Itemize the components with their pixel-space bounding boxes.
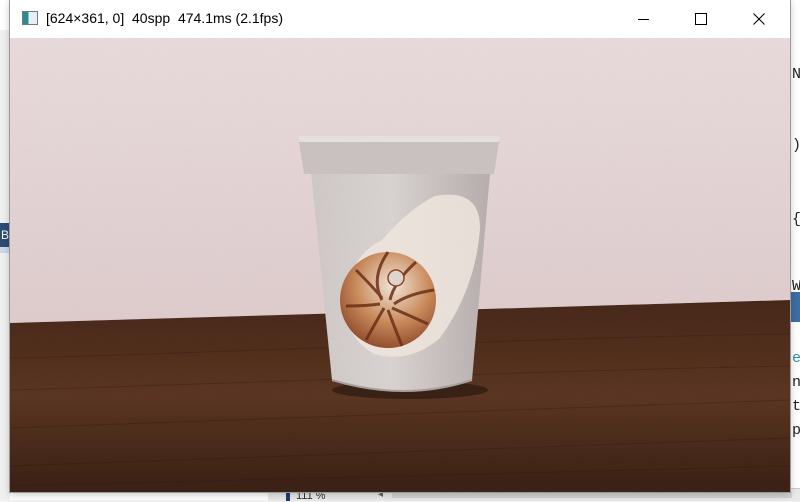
- rendered-scene-image: [10, 38, 790, 492]
- maximize-button[interactable]: [678, 0, 724, 38]
- code-fragment: W: [792, 278, 800, 295]
- editor-stripe: [0, 247, 10, 253]
- editor-left-edge: B: [0, 30, 10, 500]
- code-fragment: p: [792, 422, 800, 439]
- horizontal-scrollbar[interactable]: [392, 492, 792, 498]
- code-fragment: n: [792, 374, 800, 391]
- render-window: [624×361, 0] 40spp 474.1ms (2.1fps): [10, 0, 790, 492]
- close-button[interactable]: [736, 0, 782, 38]
- close-icon: [753, 13, 765, 25]
- code-fragment: e: [792, 350, 800, 367]
- render-viewport[interactable]: [10, 38, 790, 492]
- title-bar[interactable]: [624×361, 0] 40spp 474.1ms (2.1fps): [10, 0, 790, 38]
- maximize-icon: [695, 13, 707, 25]
- code-fragment: t: [792, 398, 800, 415]
- code-fragment: {: [792, 211, 800, 228]
- minimize-button[interactable]: [620, 0, 666, 38]
- code-fragment: ): [792, 137, 800, 154]
- minimize-icon: [637, 18, 649, 20]
- editor-tab-fragment[interactable]: B: [0, 223, 10, 247]
- window-title: [624×361, 0] 40spp 474.1ms (2.1fps): [46, 10, 283, 26]
- app-window-icon: [22, 11, 38, 25]
- code-fragment: N: [792, 66, 800, 83]
